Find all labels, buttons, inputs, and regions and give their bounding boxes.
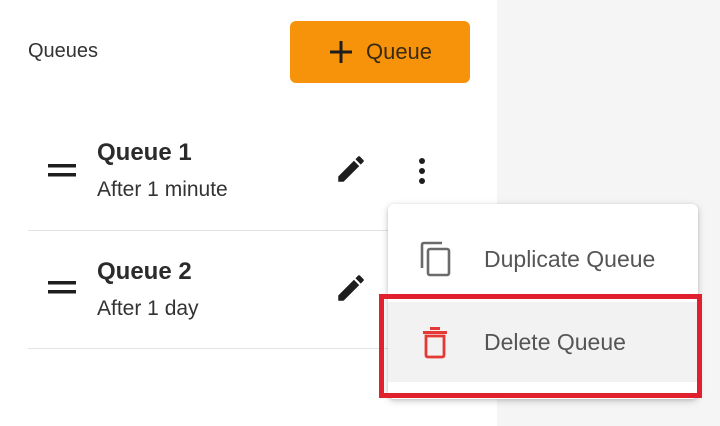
- add-queue-button[interactable]: Queue: [290, 21, 470, 83]
- duplicate-queue-label: Duplicate Queue: [484, 245, 656, 272]
- queue-schedule: After 1 minute: [97, 178, 228, 201]
- copy-icon: [416, 240, 454, 278]
- duplicate-queue-menu-item[interactable]: Duplicate Queue: [388, 219, 698, 299]
- plus-icon: [328, 39, 354, 65]
- trash-icon: [416, 323, 454, 361]
- drag-handle-icon[interactable]: [48, 278, 76, 298]
- queue-schedule: After 1 day: [97, 297, 199, 320]
- add-queue-label: Queue: [365, 39, 433, 64]
- drag-handle-icon[interactable]: [48, 161, 76, 181]
- edit-icon[interactable]: [334, 271, 368, 305]
- page-title: Queues: [28, 40, 99, 62]
- more-vertical-icon[interactable]: [408, 156, 436, 186]
- delete-queue-label: Delete Queue: [484, 328, 626, 355]
- queue-context-menu: Duplicate Queue Delete Queue: [388, 204, 698, 399]
- edit-icon[interactable]: [334, 152, 368, 186]
- delete-queue-menu-item[interactable]: Delete Queue: [388, 302, 698, 382]
- queue-name: Queue 1: [97, 139, 192, 166]
- queue-name: Queue 2: [97, 258, 192, 285]
